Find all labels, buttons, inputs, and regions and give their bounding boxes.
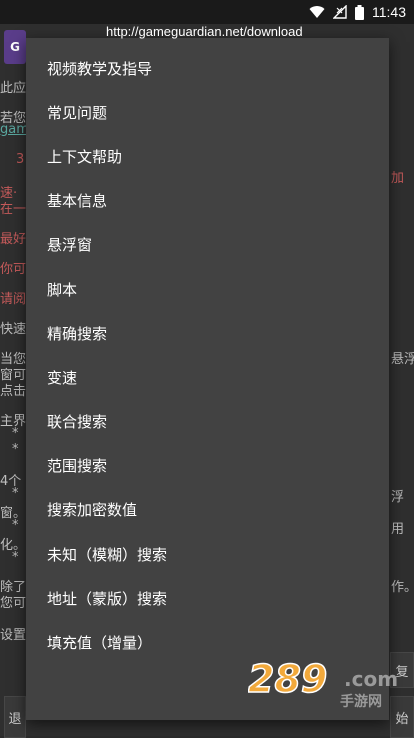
menu-item-video-tutorial[interactable]: 视频教学及指导 [26, 46, 389, 90]
bg-text: 快速 [0, 322, 27, 337]
menu-item-encrypted-search[interactable]: 搜索加密数值 [26, 488, 389, 532]
app-logo: G [4, 30, 26, 64]
bg-text: * [12, 442, 19, 457]
help-dropdown-menu: 视频教学及指导 常见问题 上下文帮助 基本信息 悬浮窗 脚本 精确搜索 变速 联… [26, 38, 389, 720]
menu-item-script[interactable]: 脚本 [26, 267, 389, 311]
menu-item-faq[interactable]: 常见问题 [26, 90, 389, 134]
bg-text: * [12, 426, 19, 441]
bg-text: 用 [391, 522, 405, 537]
bg-text: 你可 [0, 262, 27, 277]
menu-item-range-search[interactable]: 范围搜索 [26, 444, 389, 488]
menu-item-context-help[interactable]: 上下文帮助 [26, 134, 389, 178]
bg-text: 请阅 [0, 292, 27, 307]
wifi-icon [309, 6, 325, 19]
clock: 11:43 [372, 4, 406, 20]
bg-text: 最好 [0, 232, 27, 247]
bg-button-exit[interactable]: 退 [4, 696, 26, 738]
menu-item-fuzzy-search[interactable]: 未知（模糊）搜索 [26, 532, 389, 576]
bg-text: 浮 [391, 490, 405, 505]
menu-item-group-search[interactable]: 联合搜索 [26, 400, 389, 444]
bg-text: 设置 [0, 628, 27, 643]
bg-button-label: 退 [8, 711, 22, 727]
bg-link[interactable]: gam [0, 122, 29, 137]
url-text[interactable]: http://gameguardian.net/download [106, 24, 303, 39]
menu-item-basic-info[interactable]: 基本信息 [26, 179, 389, 223]
menu-item-floating-window[interactable]: 悬浮窗 [26, 223, 389, 267]
signal-icon [333, 5, 347, 19]
menu-item-speed-hack[interactable]: 变速 [26, 355, 389, 399]
status-bar: 11:43 [0, 0, 414, 24]
watermark-subtitle: 手游网 [340, 693, 382, 710]
bg-text: 在一 [0, 202, 27, 217]
bg-text: 点击 [0, 384, 27, 399]
bg-text: 您可 [0, 596, 27, 611]
bg-text: 加 [391, 171, 405, 186]
bg-text: * [12, 486, 19, 501]
bg-text: 3 [16, 152, 25, 167]
bg-text: * [12, 550, 19, 565]
menu-item-address-mask-search[interactable]: 地址（蒙版）搜索 [26, 576, 389, 620]
watermark: 289 .com 手游网 [247, 654, 398, 714]
watermark-number: 289 [248, 657, 327, 701]
bg-text: 作。 [391, 580, 414, 595]
bg-text: 悬浮 [391, 352, 414, 367]
bg-text: 此应 [0, 81, 27, 96]
menu-item-exact-search[interactable]: 精确搜索 [26, 311, 389, 355]
watermark-logo-icon: 289 .com 手游网 [247, 656, 398, 710]
bg-text: * [12, 518, 19, 533]
watermark-domain: .com [344, 667, 398, 691]
battery-icon [355, 4, 364, 20]
